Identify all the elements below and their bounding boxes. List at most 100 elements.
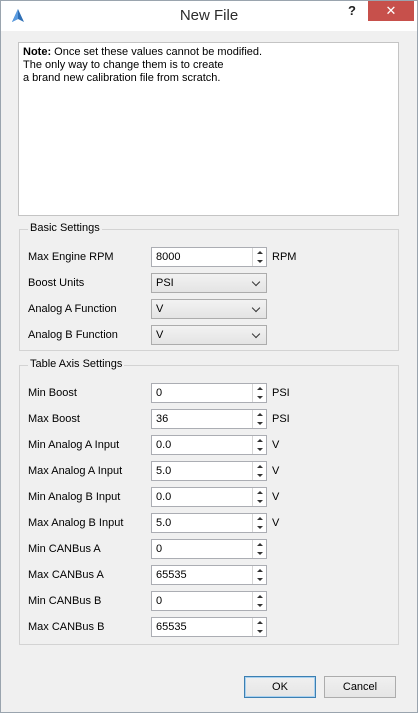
max-analog-b-input-label: Max Analog B Input (28, 517, 124, 529)
min-analog-b-input-unit: V (272, 491, 280, 503)
max-analog-a-input-unit: V (272, 465, 280, 477)
min-analog-b-input-label: Min Analog B Input (28, 491, 121, 503)
analog-b-function-label: Analog B Function (28, 329, 118, 341)
analog-a-function-label: Analog A Function (28, 303, 117, 315)
max-analog-b-input-value: 5.0 (156, 517, 172, 529)
spin-arrows (252, 462, 266, 480)
max-canbus-b-label: Max CANBus B (28, 621, 105, 633)
spin-up-icon[interactable] (253, 618, 266, 627)
spin-down-icon[interactable] (253, 523, 266, 532)
spin-down-icon[interactable] (253, 445, 266, 454)
analog-b-function-value: V (156, 329, 164, 341)
note-text-area[interactable]: Note: Once set these values cannot be mo… (18, 42, 399, 216)
max-engine-rpm-label: Max Engine RPM (28, 251, 114, 263)
spin-down-icon[interactable] (253, 419, 266, 428)
spin-arrows (252, 384, 266, 402)
spin-up-icon[interactable] (253, 462, 266, 471)
max-engine-rpm-row: Max Engine RPM 8000 RPM (20, 247, 398, 267)
max-boost-spinbox[interactable]: 36 (151, 409, 267, 429)
min-analog-a-input-row: Min Analog A Input 0.0 V (20, 435, 398, 455)
min-canbus-a-spinbox[interactable]: 0 (151, 539, 267, 559)
analog-a-function-combobox[interactable]: V (151, 299, 267, 319)
max-canbus-a-value: 65535 (156, 569, 187, 581)
max-canbus-a-spinbox[interactable]: 65535 (151, 565, 267, 585)
min-canbus-a-row: Min CANBus A 0 (20, 539, 398, 559)
spin-up-icon[interactable] (253, 592, 266, 601)
boost-units-value: PSI (156, 277, 174, 289)
spin-arrows (252, 514, 266, 532)
help-button[interactable]: ? (340, 1, 364, 21)
spin-down-icon[interactable] (253, 549, 266, 558)
max-analog-a-input-row: Max Analog A Input 5.0 V (20, 461, 398, 481)
max-canbus-a-label: Max CANBus A (28, 569, 104, 581)
min-boost-row: Min Boost 0 PSI (20, 383, 398, 403)
spin-down-icon[interactable] (253, 471, 266, 480)
spin-up-icon[interactable] (253, 248, 266, 257)
max-analog-b-input-spinbox[interactable]: 5.0 (151, 513, 267, 533)
chevron-down-icon (253, 331, 261, 339)
min-analog-b-input-row: Min Analog B Input 0.0 V (20, 487, 398, 507)
cancel-button[interactable]: Cancel (324, 676, 396, 698)
new-file-dialog: New File ? ✕ Note: Once set these values… (0, 0, 418, 713)
max-analog-a-input-spinbox[interactable]: 5.0 (151, 461, 267, 481)
spin-arrows (252, 566, 266, 584)
min-analog-a-input-spinbox[interactable]: 0.0 (151, 435, 267, 455)
basic-settings-group: Basic Settings Max Engine RPM 8000 RPM B… (19, 222, 399, 351)
spin-down-icon[interactable] (253, 601, 266, 610)
spin-down-icon[interactable] (253, 497, 266, 506)
spin-up-icon[interactable] (253, 514, 266, 523)
analog-a-function-value: V (156, 303, 164, 315)
max-boost-label: Max Boost (28, 413, 80, 425)
boost-units-label: Boost Units (28, 277, 85, 289)
spin-down-icon[interactable] (253, 393, 266, 402)
max-canbus-b-spinbox[interactable]: 65535 (151, 617, 267, 637)
max-analog-b-input-row: Max Analog B Input 5.0 V (20, 513, 398, 533)
note-label: Note: (23, 46, 52, 58)
min-canbus-a-label: Min CANBus A (28, 543, 101, 555)
spin-arrows (252, 618, 266, 636)
spin-down-icon[interactable] (253, 257, 266, 266)
boost-units-combobox[interactable]: PSI (151, 273, 267, 293)
chevron-down-icon (253, 305, 261, 313)
spin-up-icon[interactable] (253, 384, 266, 393)
spin-up-icon[interactable] (253, 566, 266, 575)
spin-down-icon[interactable] (253, 627, 266, 636)
min-boost-value: 0 (156, 387, 163, 399)
max-analog-a-input-value: 5.0 (156, 465, 172, 477)
close-button[interactable]: ✕ (368, 1, 414, 21)
spin-arrows (252, 540, 266, 558)
max-analog-b-input-unit: V (272, 517, 280, 529)
chevron-down-icon (253, 279, 261, 287)
analog-b-function-combobox[interactable]: V (151, 325, 267, 345)
min-analog-b-input-value: 0.0 (156, 491, 172, 503)
min-canbus-b-spinbox[interactable]: 0 (151, 591, 267, 611)
min-boost-spinbox[interactable]: 0 (151, 383, 267, 403)
spin-up-icon[interactable] (253, 540, 266, 549)
spin-arrows (252, 248, 266, 266)
title-bar[interactable]: New File ? ✕ (1, 1, 417, 31)
min-canbus-b-value: 0 (156, 595, 163, 607)
max-canbus-a-row: Max CANBus A 65535 (20, 565, 398, 585)
min-analog-b-input-spinbox[interactable]: 0.0 (151, 487, 267, 507)
min-analog-a-input-label: Min Analog A Input (28, 439, 120, 451)
spin-arrows (252, 436, 266, 454)
boost-units-row: Boost Units PSI (20, 273, 398, 293)
min-analog-a-input-unit: V (272, 439, 280, 451)
min-canbus-b-row: Min CANBus B 0 (20, 591, 398, 611)
ok-button[interactable]: OK (244, 676, 316, 698)
min-canbus-b-label: Min CANBus B (28, 595, 102, 607)
spin-up-icon[interactable] (253, 436, 266, 445)
analog-b-function-row: Analog B Function V (20, 325, 398, 345)
min-analog-a-input-value: 0.0 (156, 439, 172, 451)
spin-arrows (252, 592, 266, 610)
min-boost-unit: PSI (272, 387, 290, 399)
max-boost-value: 36 (156, 413, 169, 425)
table-axis-settings-group: Table Axis Settings Min Boost 0 PSI Max Boo… (19, 358, 399, 645)
spin-up-icon[interactable] (253, 488, 266, 497)
spin-up-icon[interactable] (253, 410, 266, 419)
spin-down-icon[interactable] (253, 575, 266, 584)
min-canbus-a-value: 0 (156, 543, 163, 555)
max-engine-rpm-spinbox[interactable]: 8000 (151, 247, 267, 267)
spin-arrows (252, 410, 266, 428)
spin-arrows (252, 488, 266, 506)
